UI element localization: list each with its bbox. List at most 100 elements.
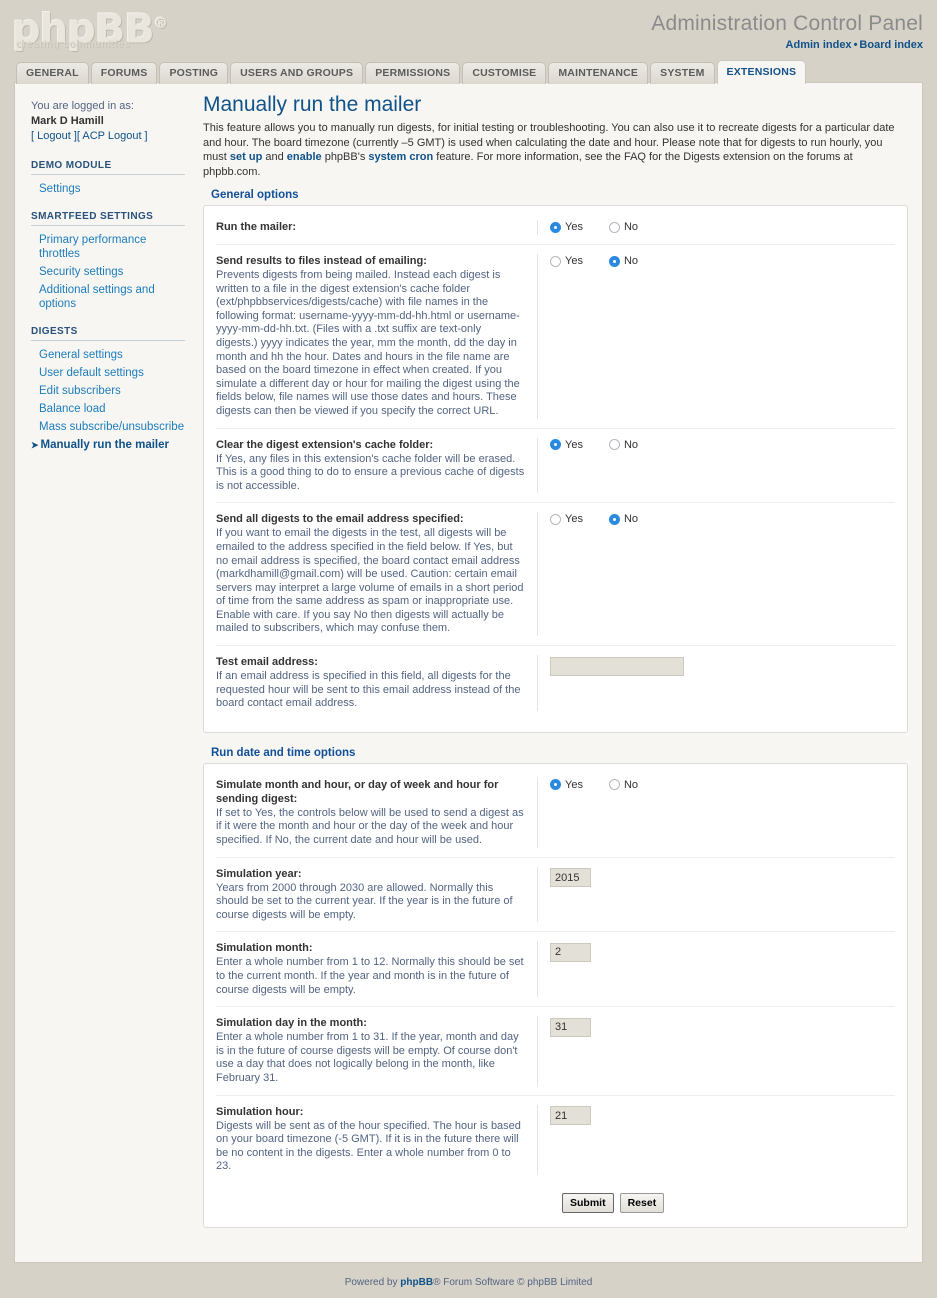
settings-row: Test email address: If an email address i… <box>216 645 895 720</box>
settings-row-control: Yes No <box>538 220 895 233</box>
page-desc-part-2: and <box>262 151 287 163</box>
radio-dot-icon <box>550 439 561 451</box>
test-email-input[interactable] <box>550 656 684 676</box>
radio-dot-icon <box>550 255 561 267</box>
settings-row-label: Simulation month: Enter a whole number fr… <box>216 941 538 998</box>
settings-row: Clear the digest extension's cache folde… <box>216 427 895 503</box>
setting-description: If you want to email the digests in the … <box>216 527 524 635</box>
board-index-link[interactable]: Board index <box>859 39 923 51</box>
setting-description: Years from 2000 through 2030 are allowed… <box>216 881 513 921</box>
sidebar-item-edit-subscribers[interactable]: Edit subscribers <box>31 382 185 400</box>
footer-prefix: Powered by <box>344 1276 401 1288</box>
settings-panel: General options Run the mailer: Yes No Send … <box>203 189 908 733</box>
sidebar-group-heading: SMARTFEED SETTINGS <box>31 211 185 226</box>
tab-extensions[interactable]: EXTENSIONS <box>716 60 807 84</box>
set-up-link[interactable]: set up <box>230 151 262 163</box>
radio-option-yes[interactable]: Yes <box>550 255 583 267</box>
radio-option-label: No <box>623 778 639 791</box>
setting-title: Simulation day in the month: <box>216 1017 367 1030</box>
sidebar-item-additional-settings-and-options[interactable]: Additional settings and options <box>31 281 185 313</box>
sidebar-item-manually-run-the-mailer[interactable]: ➤ Manually run the mailer <box>31 436 185 454</box>
settings-row-control <box>538 867 895 888</box>
radio-option-yes[interactable]: Yes <box>550 221 583 233</box>
settings-row-control <box>538 1016 895 1037</box>
tab-posting[interactable]: POSTING <box>159 62 229 84</box>
settings-row-label: Run the mailer: <box>216 220 538 235</box>
settings-row-label: Send results to files instead of emailin… <box>216 254 538 419</box>
settings-row: Send results to files instead of emailin… <box>216 244 895 428</box>
sidebar-item-primary-performance-throttles[interactable]: Primary performance throttles <box>31 231 185 263</box>
sidebar-item-settings[interactable]: Settings <box>31 180 185 198</box>
page-title: Manually run the mailer <box>203 93 422 116</box>
radio-option-yes[interactable]: Yes <box>550 513 583 525</box>
panel-body: Run the mailer: Yes No Send results to file… <box>203 205 908 733</box>
radio-option-no[interactable]: No <box>608 778 639 791</box>
simulation-number-input[interactable] <box>550 868 591 888</box>
radio-option-label: Yes <box>565 513 583 526</box>
simulation-number-input[interactable] <box>550 1017 591 1037</box>
setting-title: Simulation hour: <box>216 1105 304 1118</box>
radio-dot-icon <box>608 255 620 267</box>
setting-title: Run the mailer: <box>216 221 297 233</box>
tab-forums[interactable]: FORUMS <box>90 62 158 84</box>
page-footer: Powered by phpBB® Forum Software © phpBB… <box>0 1263 937 1298</box>
sidebar-item-mass-subscribe-unsubscribe[interactable]: Mass subscribe/unsubscribe <box>31 418 185 436</box>
radio-option-yes[interactable]: Yes <box>550 439 583 451</box>
settings-row: Simulation day in the month: Enter a whol… <box>216 1006 895 1094</box>
radio-dot-icon <box>550 221 561 233</box>
tab-users-and-groups[interactable]: USERS AND GROUPS <box>230 62 364 84</box>
settings-row-label: Simulation year: Years from 2000 through … <box>216 866 538 923</box>
reset-button[interactable]: Reset <box>619 1192 665 1213</box>
submit-button[interactable]: Submit <box>562 1192 614 1213</box>
settings-row-control: Yes No <box>538 512 895 525</box>
tab-maintenance[interactable]: MAINTENANCE <box>548 62 649 84</box>
system-cron-emphasis: system cron <box>368 151 434 163</box>
settings-row-label: Simulate month and hour, or day of week … <box>216 777 538 848</box>
radio-option-yes[interactable]: Yes <box>550 779 583 791</box>
page-description: This feature allows you to manually run … <box>203 121 908 179</box>
page-desc-part-3: phpBB's <box>321 151 369 163</box>
tab-system[interactable]: SYSTEM <box>650 62 715 84</box>
setting-title: Simulation year: <box>216 867 302 880</box>
radio-option-label: No <box>623 221 639 233</box>
sidebar-item-security-settings[interactable]: Security settings <box>31 263 185 281</box>
simulation-number-input[interactable] <box>550 942 591 962</box>
sidebar-item-user-default-settings[interactable]: User default settings <box>31 364 185 382</box>
logout-links[interactable]: [ Logout ][ ACP Logout ] <box>31 129 185 144</box>
radio-dot-icon <box>608 439 620 451</box>
tab-customise[interactable]: CUSTOMISE <box>462 62 547 84</box>
radio-option-no[interactable]: No <box>608 221 639 233</box>
sidebar-group: DEMO MODULE Settings <box>31 160 185 198</box>
panel-legend: Run date and time options <box>211 746 356 759</box>
settings-row: Simulate month and hour, or day of week … <box>216 774 895 857</box>
radio-dot-icon <box>550 779 561 791</box>
chevron-right-icon: ➤ <box>31 440 39 450</box>
tab-permissions[interactable]: PERMISSIONS <box>365 62 461 84</box>
settings-row: Run the mailer: Yes No <box>216 216 895 244</box>
sidebar-nav: DEMO MODULE Settings SMARTFEED SETTINGS Pri… <box>31 160 185 454</box>
setting-description: If set to Yes, the controls below will b… <box>216 806 524 847</box>
acp-title: Administration Control Panel <box>651 12 923 35</box>
setting-title: Clear the digest extension's cache folde… <box>216 438 434 451</box>
acp-header: phpBB® creating communities Administrati… <box>0 0 937 60</box>
admin-index-link[interactable]: Admin index <box>786 39 852 51</box>
radio-group: Yes No <box>550 439 895 451</box>
radio-group: Yes No <box>550 221 895 233</box>
enable-link[interactable]: enable <box>287 151 322 163</box>
logged-in-label: You are logged in as: <box>31 100 134 112</box>
settings-row-label: Clear the digest extension's cache folde… <box>216 437 538 494</box>
radio-option-label: Yes <box>565 778 583 791</box>
radio-option-label: No <box>623 513 639 526</box>
settings-row: Simulation hour: Digests will be sent as … <box>216 1094 895 1183</box>
tab-general[interactable]: GENERAL <box>16 62 89 84</box>
radio-option-label: Yes <box>565 255 583 267</box>
sidebar-item-balance-load[interactable]: Balance load <box>31 400 185 418</box>
simulation-number-input[interactable] <box>550 1106 591 1126</box>
radio-option-no[interactable]: No <box>608 255 638 267</box>
settings-row: Simulation month: Enter a whole number fr… <box>216 931 895 1006</box>
radio-option-no[interactable]: No <box>608 513 639 526</box>
radio-option-no[interactable]: No <box>608 439 638 451</box>
sidebar-item-general-settings[interactable]: General settings <box>31 346 185 364</box>
settings-row-control: Yes No <box>538 778 895 791</box>
sidebar-group-heading: DEMO MODULE <box>31 160 185 175</box>
